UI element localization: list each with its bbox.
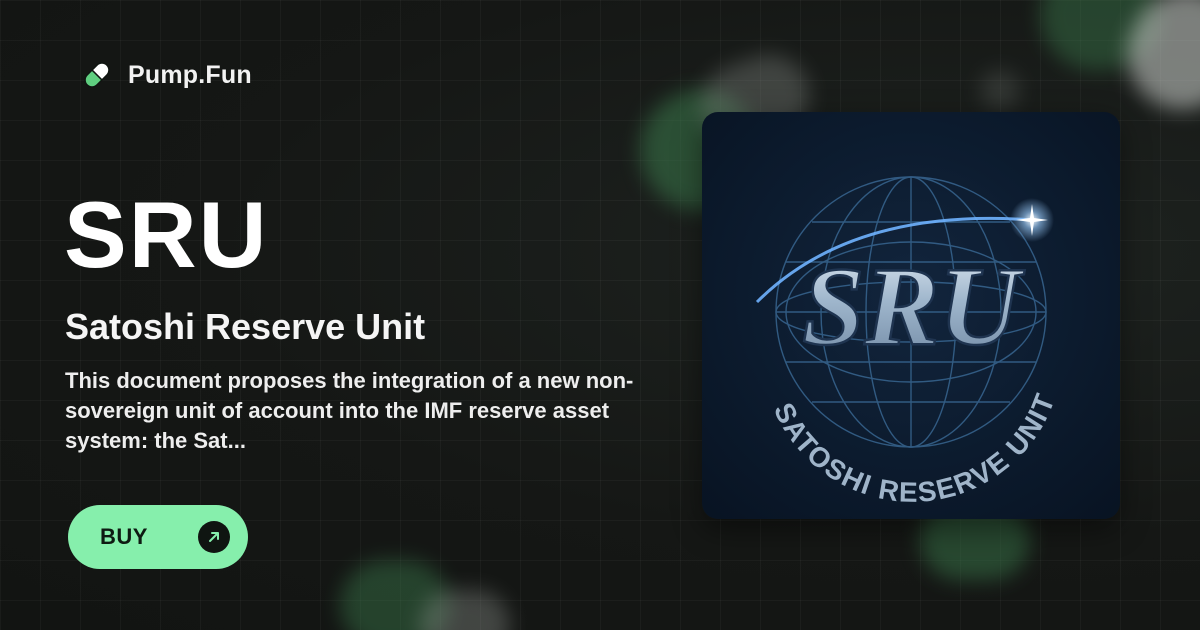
brand-name: Pump.Fun (128, 60, 252, 89)
sru-logo-image: SRU SATOSHI RESERVE UNIT (755, 176, 1061, 508)
logo-main-text: SRU (802, 245, 1025, 369)
token-description: This document proposes the integration o… (65, 368, 634, 453)
buy-button-label: BUY (100, 524, 148, 549)
buy-button[interactable]: BUY (68, 505, 248, 569)
token-ticker: SRU (64, 182, 269, 287)
logo-arc-text-path: SATOSHI RESERVE UNIT (768, 388, 1060, 508)
logo-arc-text: SATOSHI RESERVE UNIT (768, 388, 1061, 508)
share-card: Pump.Fun SRU Satoshi Reserve Unit This d… (0, 0, 1200, 630)
pill-icon (84, 62, 110, 88)
background-pill-shape (980, 70, 1020, 110)
token-name: Satoshi Reserve Unit (65, 306, 426, 347)
brand-logo[interactable]: Pump.Fun (80, 58, 252, 92)
arrow-up-right-icon (198, 521, 230, 553)
token-image: SRU SATOSHI RESERVE UNIT (702, 112, 1120, 519)
